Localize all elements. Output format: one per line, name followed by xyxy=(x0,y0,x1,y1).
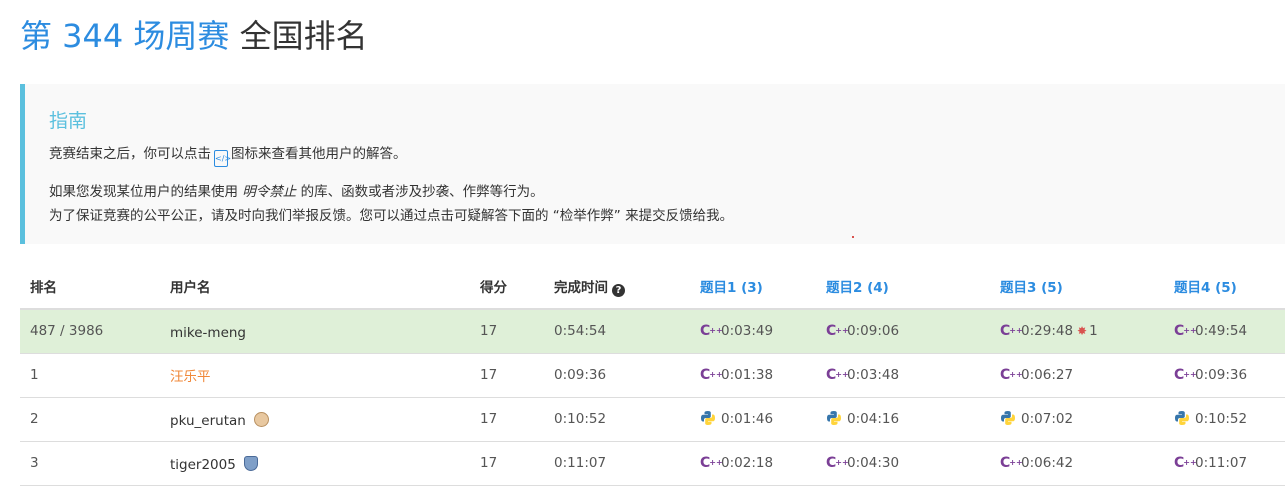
username-cell: pku_erutan xyxy=(170,400,269,442)
question-circle-icon[interactable]: ? xyxy=(612,284,625,297)
header-q4[interactable]: 题目4 (5) xyxy=(1174,266,1237,310)
table-row: 1 汪乐平 17 0:09:36 C++0:01:38 C++0:03:48 C++0:06… xyxy=(20,354,1285,398)
q2-cell: C++0:09:06 xyxy=(826,310,899,352)
cpp-icon[interactable]: C++ xyxy=(826,310,849,352)
q3-cell: 0:07:02 xyxy=(1000,398,1073,440)
table-header: 排名 用户名 得分 完成时间? 题目1 (3) 题目2 (4) 题目3 (5) … xyxy=(20,266,1285,310)
rank-cell: 1 xyxy=(30,367,39,383)
username-cell: tiger2005 xyxy=(170,444,258,486)
table-row: 3 tiger2005 17 0:11:07 C++0:02:18 C++0:04:30 C… xyxy=(20,442,1285,486)
score-cell: 17 xyxy=(480,323,498,339)
header-q2[interactable]: 题目2 (4) xyxy=(826,266,889,310)
q1-cell: C++0:01:38 xyxy=(700,354,773,396)
python-icon[interactable] xyxy=(826,398,844,440)
ranking-label: 全国排名 xyxy=(239,17,368,55)
header-finish-time: 完成时间? xyxy=(554,266,625,310)
q4-cell: C++0:49:54 xyxy=(1174,310,1247,352)
q4-cell: C++0:09:36 xyxy=(1174,354,1247,396)
cpp-icon[interactable]: C++ xyxy=(700,354,723,396)
page-title: 第 344 场周赛 全国排名 xyxy=(20,14,368,58)
q3-cell: C++0:06:42 xyxy=(1000,442,1073,484)
username-link[interactable]: mike-meng xyxy=(170,325,246,341)
forbidden-emphasis: 明令禁止 xyxy=(242,184,297,200)
rank-cell: 3 xyxy=(30,455,39,471)
table-row: 2 pku_erutan 17 0:10:52 0:01:46 0:04:16 0:07:0… xyxy=(20,398,1285,442)
q2-cell: 0:04:16 xyxy=(826,398,899,440)
cpp-icon[interactable]: C++ xyxy=(1174,310,1197,352)
python-icon[interactable] xyxy=(1174,398,1192,440)
cpp-icon[interactable]: C++ xyxy=(700,442,723,484)
guide-title: 指南 xyxy=(49,110,88,132)
python-icon[interactable] xyxy=(1000,398,1018,440)
q3-cell: C++0:29:48 ✸ 1 xyxy=(1000,310,1098,352)
q1-cell: 0:01:46 xyxy=(700,398,773,440)
knight-badge-icon xyxy=(243,456,258,471)
table-row-self: 487 / 3986 mike-meng 17 0:54:54 C++0:03:49 C+… xyxy=(20,310,1285,354)
cpp-icon[interactable]: C++ xyxy=(700,310,723,352)
cpp-icon[interactable]: C++ xyxy=(1000,442,1023,484)
score-cell: 17 xyxy=(480,411,498,427)
rank-cell: 2 xyxy=(30,411,39,427)
cpp-icon[interactable]: C++ xyxy=(826,354,849,396)
q2-cell: C++0:03:48 xyxy=(826,354,899,396)
username-link[interactable]: tiger2005 xyxy=(170,457,236,473)
python-icon[interactable] xyxy=(700,398,718,440)
cpp-icon[interactable]: C++ xyxy=(1174,354,1197,396)
rank-cell: 487 / 3986 xyxy=(30,323,104,339)
code-file-icon: </> xyxy=(214,150,231,167)
guide-line-3: 为了保证竞赛的公平公正，请及时向我们举报反馈。您可以通过点击可疑解答下面的 “检… xyxy=(49,208,734,224)
q2-cell: C++0:04:30 xyxy=(826,442,899,484)
score-cell: 17 xyxy=(480,455,498,471)
q4-cell: C++0:11:07 xyxy=(1174,442,1247,484)
finish-time-cell: 0:11:07 xyxy=(554,455,607,471)
cpp-icon[interactable]: C++ xyxy=(826,442,849,484)
header-rank: 排名 xyxy=(30,280,57,296)
q3-cell: C++0:06:27 xyxy=(1000,354,1073,396)
cpp-icon[interactable]: C++ xyxy=(1174,442,1197,484)
guide-line-1: 竞赛结束之后，你可以点击 </>图标来查看其他用户的解答。 xyxy=(49,142,407,167)
header-username: 用户名 xyxy=(170,280,211,296)
contest-name[interactable]: 第 344 场周赛 xyxy=(20,17,229,55)
header-q1[interactable]: 题目1 (3) xyxy=(700,266,763,310)
finish-time-cell: 0:09:36 xyxy=(554,367,607,383)
header-score: 得分 xyxy=(480,280,507,296)
guide-line-2: 如果您发现某位用户的结果使用 明令禁止 的库、函数或者涉及抄袭、作弊等行为。 xyxy=(49,184,544,200)
cpp-icon[interactable]: C++ xyxy=(1000,354,1023,396)
header-q3[interactable]: 题目3 (5) xyxy=(1000,266,1063,310)
username-cell: 汪乐平 xyxy=(170,356,211,398)
guide-panel: 指南 竞赛结束之后，你可以点击 </>图标来查看其他用户的解答。 如果您发现某位用… xyxy=(20,84,1285,244)
ranking-table: 排名 用户名 得分 完成时间? 题目1 (3) 题目2 (4) 题目3 (5) … xyxy=(20,266,1285,486)
finish-time-cell: 0:10:52 xyxy=(554,411,607,427)
username-link[interactable]: pku_erutan xyxy=(170,413,246,429)
decorative-dot xyxy=(852,236,854,238)
cpp-icon[interactable]: C++ xyxy=(1000,310,1023,352)
score-cell: 17 xyxy=(480,367,498,383)
finish-time-cell: 0:54:54 xyxy=(554,323,607,339)
username-link[interactable]: 汪乐平 xyxy=(170,369,211,385)
bug-icon: ✸ xyxy=(1077,324,1088,338)
q4-cell: 0:10:52 xyxy=(1174,398,1247,440)
guardian-badge-icon xyxy=(253,412,269,427)
username-cell: mike-meng xyxy=(170,312,246,354)
q1-cell: C++0:03:49 xyxy=(700,310,773,352)
q1-cell: C++0:02:18 xyxy=(700,442,773,484)
